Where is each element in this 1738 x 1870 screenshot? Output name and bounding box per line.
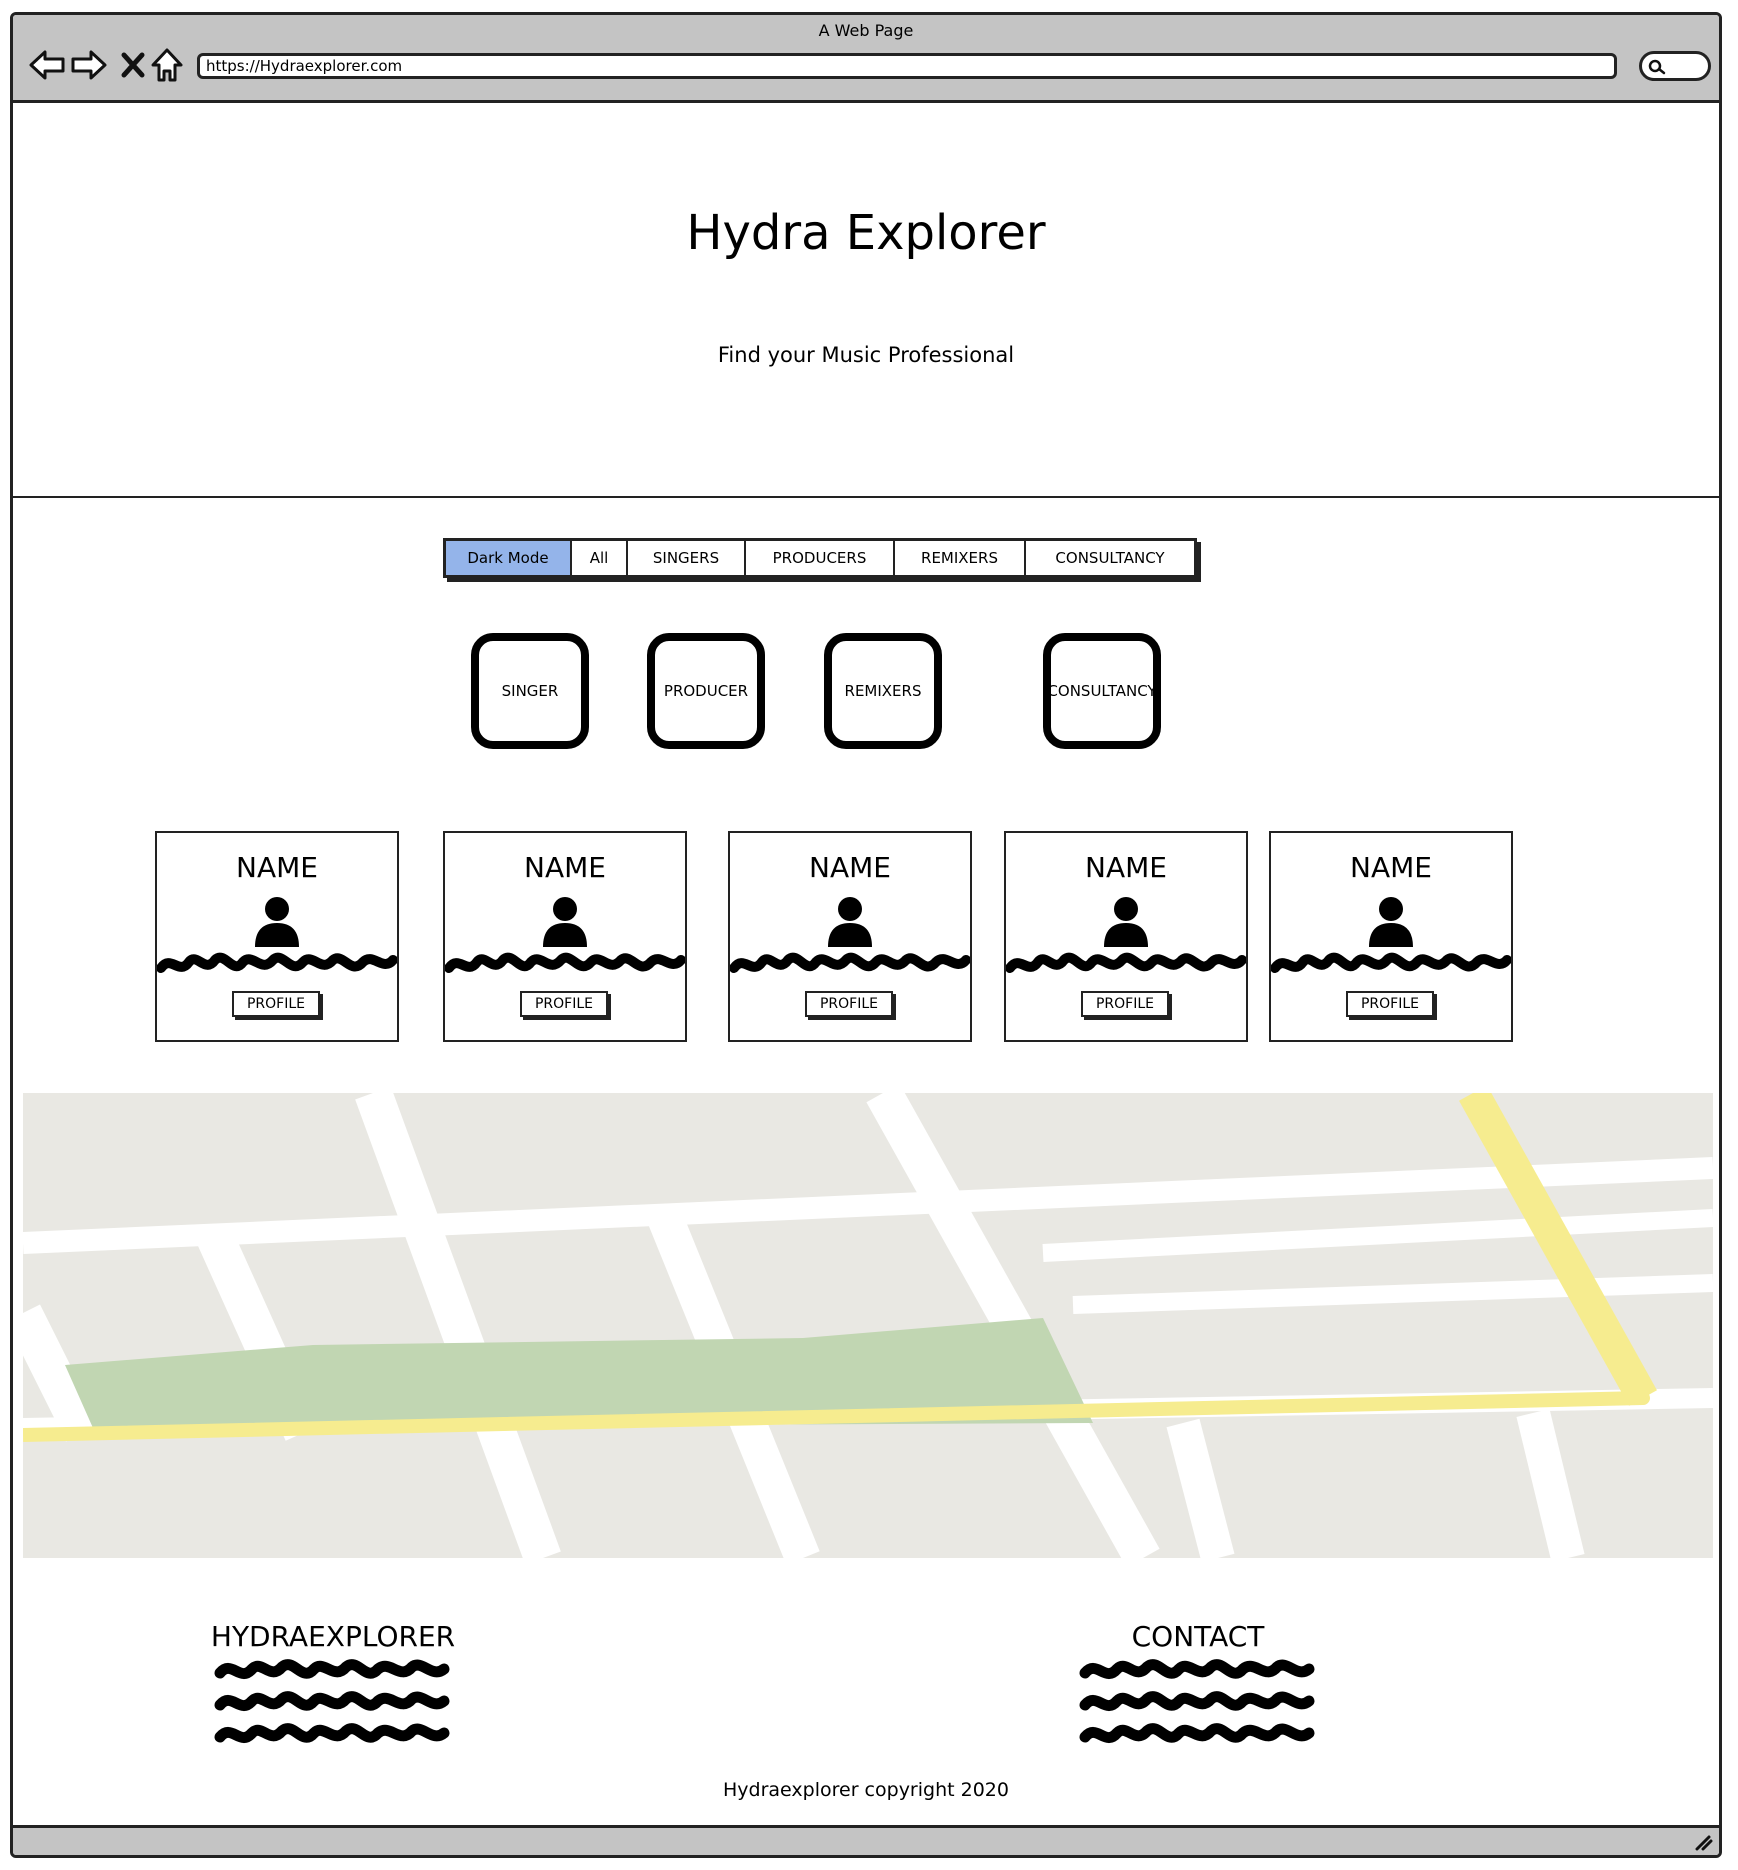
footer-contact: CONTACT — [1063, 1620, 1333, 1757]
tab-consultancy[interactable]: CONSULTANCY — [1026, 541, 1194, 575]
address-bar[interactable]: https://Hydraexplorer.com — [197, 53, 1617, 79]
close-icon — [121, 52, 145, 78]
profile-button[interactable]: PROFILE — [520, 991, 608, 1017]
location-map[interactable] — [23, 1093, 1713, 1558]
category-remixers[interactable]: REMIXERS — [824, 633, 942, 749]
footer-contact-heading: CONTACT — [1131, 1620, 1265, 1653]
browser-statusbar — [13, 1825, 1719, 1855]
card-name: NAME — [1085, 851, 1167, 884]
profile-button[interactable]: PROFILE — [1081, 991, 1169, 1017]
placeholder-text-scribble — [445, 952, 685, 973]
placeholder-text-scribble — [214, 1659, 450, 1743]
category-consultancy[interactable]: CONSULTANCY — [1043, 633, 1161, 749]
profile-card: NAME PROFILE — [728, 831, 972, 1042]
filter-tabbar: Dark Mode All SINGERS PRODUCERS REMIXERS… — [443, 538, 1197, 578]
user-icon — [543, 897, 587, 947]
user-icon — [828, 897, 872, 947]
tab-all[interactable]: All — [572, 541, 628, 575]
profile-card: NAME PROFILE — [443, 831, 687, 1042]
browser-window: A Web Page https://Hydraexplorer.com Hyd… — [10, 12, 1722, 1858]
copyright-text: Hydraexplorer copyright 2020 — [723, 1779, 1009, 1801]
placeholder-text-scribble — [157, 952, 397, 973]
window-title: A Web Page — [818, 21, 914, 40]
user-icon — [255, 897, 299, 947]
placeholder-text-scribble — [1006, 952, 1246, 973]
card-name: NAME — [1350, 851, 1432, 884]
user-icon — [1104, 897, 1148, 947]
profile-card: NAME PROFILE — [155, 831, 399, 1042]
tagline: Find your Music Professional — [717, 343, 1015, 367]
placeholder-text-scribble — [1271, 952, 1511, 973]
profile-card: NAME PROFILE — [1004, 831, 1248, 1042]
hero-section: Hydra Explorer Find your Music Professio… — [13, 103, 1719, 498]
site-title: Hydra Explorer — [686, 205, 1046, 261]
placeholder-text-scribble — [1079, 1659, 1315, 1743]
forward-button[interactable] — [69, 45, 109, 85]
tab-remixers[interactable]: REMIXERS — [895, 541, 1026, 575]
browser-search-button[interactable] — [1639, 51, 1711, 81]
placeholder-text-scribble — [730, 952, 970, 973]
home-icon — [151, 48, 183, 82]
footer-brand: HYDRAEXPLORER — [198, 1620, 468, 1757]
tab-dark-mode[interactable]: Dark Mode — [446, 541, 572, 575]
category-singer[interactable]: SINGER — [471, 633, 589, 749]
profile-button[interactable]: PROFILE — [232, 991, 320, 1017]
back-arrow-icon — [29, 50, 65, 80]
card-name: NAME — [809, 851, 891, 884]
profile-button[interactable]: PROFILE — [805, 991, 893, 1017]
tab-producers[interactable]: PRODUCERS — [746, 541, 895, 575]
profile-button[interactable]: PROFILE — [1346, 991, 1434, 1017]
user-icon — [1369, 897, 1413, 947]
forward-arrow-icon — [71, 50, 107, 80]
profile-card: NAME PROFILE — [1269, 831, 1513, 1042]
card-name: NAME — [524, 851, 606, 884]
tab-singers[interactable]: SINGERS — [628, 541, 746, 575]
search-icon — [1648, 59, 1666, 75]
resize-grip-icon[interactable] — [1693, 1833, 1713, 1851]
category-producer[interactable]: PRODUCER — [647, 633, 765, 749]
card-name: NAME — [236, 851, 318, 884]
home-button[interactable] — [147, 45, 187, 85]
browser-toolbar: A Web Page https://Hydraexplorer.com — [13, 15, 1719, 103]
footer-brand-heading: HYDRAEXPLORER — [210, 1620, 456, 1653]
back-button[interactable] — [27, 45, 67, 85]
